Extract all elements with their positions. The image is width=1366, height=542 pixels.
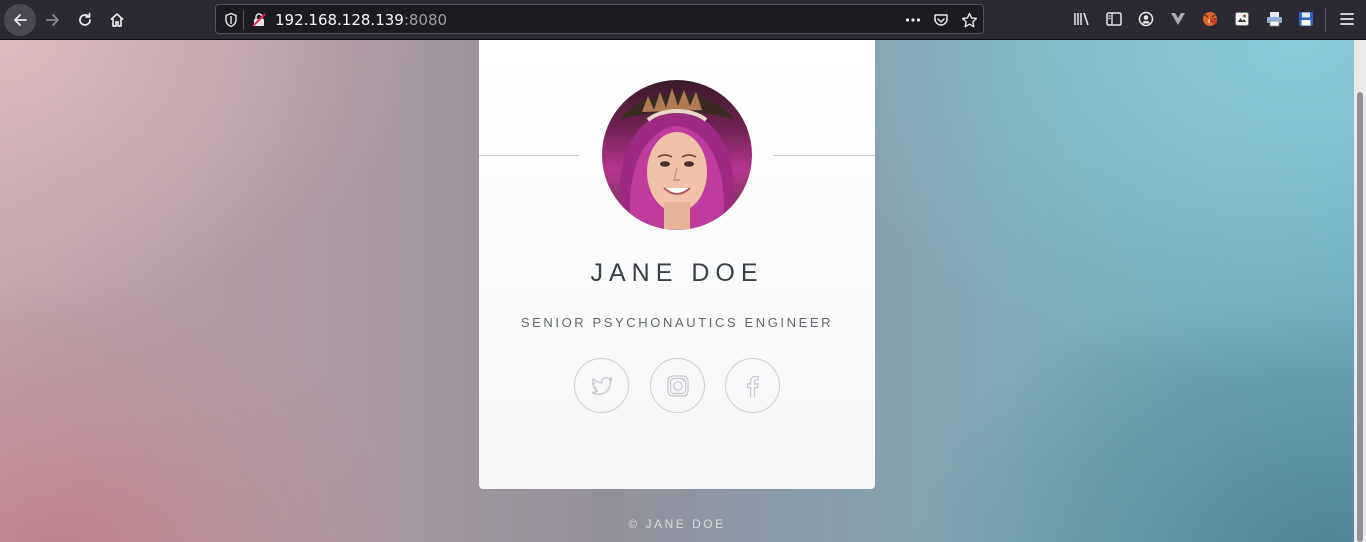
facebook-link[interactable] — [725, 358, 780, 413]
star-icon[interactable] — [960, 11, 978, 29]
footer-copyright: © JANE DOE — [628, 517, 726, 531]
forward-button[interactable] — [37, 4, 69, 36]
home-button[interactable] — [101, 4, 133, 36]
url-host: 192.168.128.139 — [275, 11, 404, 29]
reload-icon — [79, 12, 91, 26]
pocket-icon[interactable] — [932, 11, 950, 29]
scrollbar[interactable] — [1354, 40, 1366, 542]
more-icon[interactable] — [904, 11, 922, 29]
toolbar-divider — [1325, 8, 1326, 32]
divider-line-left — [479, 155, 579, 156]
browser-toolbar: 192.168.128.139:8080 — [0, 0, 1366, 40]
sidebar-icon[interactable] — [1103, 8, 1125, 30]
arrow-left-icon — [14, 14, 27, 26]
home-icon — [110, 13, 124, 27]
twitter-icon — [590, 376, 613, 395]
twitter-link[interactable] — [574, 358, 629, 413]
profile-name: JANE DOE — [590, 259, 764, 287]
instagram-icon — [666, 374, 689, 397]
profile-title: SENIOR PSYCHONAUTICS ENGINEER — [520, 315, 834, 330]
vue-devtools-icon[interactable] — [1167, 8, 1189, 30]
insecure-lock-icon[interactable] — [250, 11, 268, 29]
back-button[interactable] — [4, 4, 36, 36]
reload-button[interactable] — [69, 4, 101, 36]
shield-icon[interactable] — [222, 11, 240, 29]
profile-card: JANE DOE SENIOR PSYCHONAUTICS ENGINEER — [479, 40, 875, 489]
url-separator — [243, 10, 244, 30]
floppy-disk-icon[interactable] — [1295, 8, 1317, 30]
divider-line-right — [774, 155, 875, 156]
avatar — [602, 80, 752, 230]
account-icon[interactable] — [1135, 8, 1157, 30]
url-bar[interactable]: 192.168.128.139:8080 — [215, 4, 984, 34]
facebook-icon — [746, 375, 759, 397]
arrow-right-icon — [46, 14, 59, 26]
avatar-portrait — [619, 88, 735, 230]
url-port: :8080 — [403, 11, 448, 29]
scrollbar-thumb[interactable] — [1357, 92, 1363, 542]
url-text[interactable]: 192.168.128.139:8080 — [275, 11, 447, 29]
hamburger-menu-icon[interactable] — [1336, 8, 1358, 30]
extension-icon[interactable] — [1231, 8, 1253, 30]
instagram-link[interactable] — [650, 358, 705, 413]
page-viewport: JANE DOE SENIOR PSYCHONAUTICS ENGINEER ©… — [0, 40, 1354, 542]
foxyproxy-icon[interactable] — [1199, 8, 1221, 30]
library-icon[interactable] — [1071, 8, 1093, 30]
printer-icon[interactable] — [1263, 8, 1285, 30]
